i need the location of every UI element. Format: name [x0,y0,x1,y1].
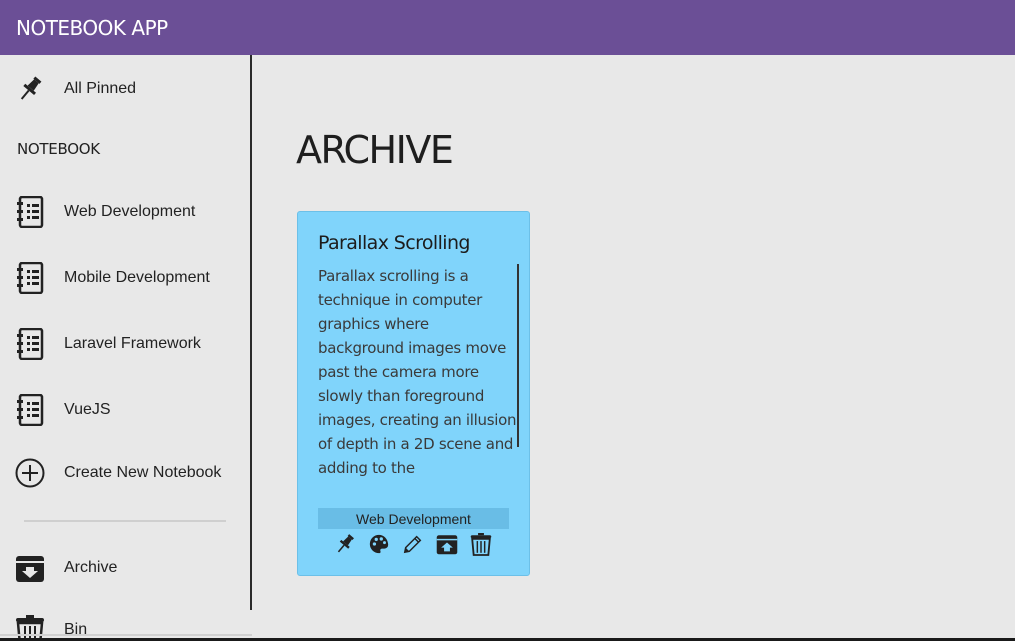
notebook-section-label: NOTEBOOK [17,140,100,158]
pencil-icon[interactable] [401,532,424,556]
app-header: NOTEBOOK APP [0,0,1015,55]
notebook-icon [15,394,45,426]
sidebar-item-label: Laravel Framework [64,335,201,352]
note-title: Parallax Scrolling [318,232,470,254]
notebook-icon [15,328,45,360]
note-notebook-tag[interactable]: Web Development [318,508,509,529]
sidebar-item-label: Web Development [64,203,196,220]
notebook-icon [15,262,45,294]
create-notebook-button[interactable]: Create New Notebook [0,456,250,490]
note-card[interactable]: Parallax Scrolling Parallax scrolling is… [297,211,530,576]
sidebar-bottom-line [0,634,252,636]
page-title: ARCHIVE [296,128,454,172]
unarchive-icon[interactable] [435,532,458,556]
trash-icon [15,614,45,641]
sidebar-item-label: Archive [64,559,118,576]
sidebar-item-label: All Pinned [64,79,137,97]
sidebar-item-archive[interactable]: Archive [0,551,250,585]
notebook-icon [15,196,45,228]
sidebar-item-label: Mobile Development [64,269,210,286]
sidebar-divider [24,520,226,522]
pin-icon[interactable] [333,532,356,556]
note-actions [333,532,492,556]
sidebar-item-all-pinned[interactable]: All Pinned [0,72,250,105]
sidebar-item-vuejs[interactable]: VueJS [0,393,250,427]
sidebar: All Pinned NOTEBOOK Web Development Mobi… [0,55,250,641]
sidebar-item-label: VueJS [64,401,111,418]
palette-icon[interactable] [367,532,390,556]
sidebar-item-bin[interactable]: Bin [0,613,250,641]
pin-icon [15,73,45,105]
app-title: NOTEBOOK APP [16,15,168,40]
note-body-scrollbar[interactable] [517,264,519,447]
sidebar-border [250,55,252,610]
sidebar-item-web-development[interactable]: Web Development [0,195,250,229]
sidebar-item-laravel-framework[interactable]: Laravel Framework [0,327,250,361]
sidebar-item-label: Bin [64,621,88,638]
plus-circle-icon [15,457,45,489]
archive-icon [15,552,45,584]
sidebar-item-mobile-development[interactable]: Mobile Development [0,261,250,295]
sidebar-item-label: Create New Notebook [64,464,222,481]
note-body: Parallax scrolling is a technique in com… [318,267,517,477]
trash-icon[interactable] [469,532,492,556]
